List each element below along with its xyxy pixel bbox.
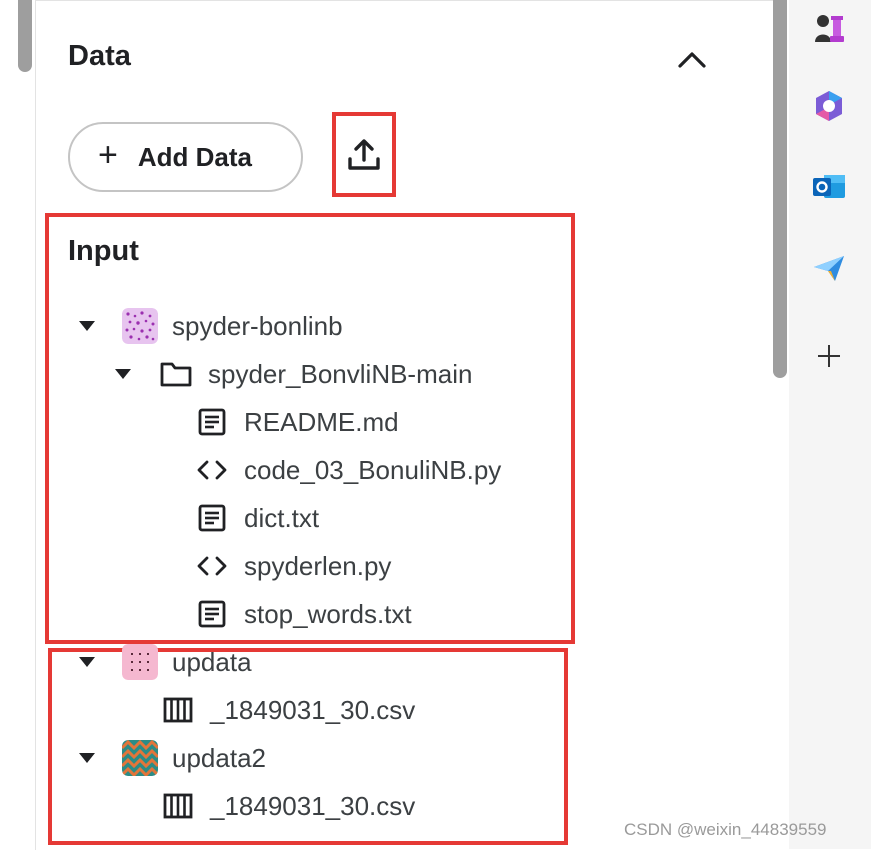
chevron-up-icon [678,52,706,68]
tree-item-dataset[interactable]: updata [76,642,252,682]
tree-item-label: spyderlen.py [244,550,392,581]
tree-item-label: _1849031_30.csv [210,790,416,821]
text-file-icon [192,498,232,538]
send-icon[interactable] [809,248,849,288]
tree-item-folder[interactable]: spyder_BonvliNB-main [112,354,472,394]
table-icon [158,690,198,730]
copilot-icon[interactable] [809,86,849,126]
tree-item-file[interactable]: _1849031_30.csv [158,786,415,826]
tree-item-dataset[interactable]: spyder-bonlinb [76,306,343,346]
text-file-icon [192,594,232,634]
upload-button[interactable] [332,112,396,197]
text-file-icon [192,402,232,442]
upload-icon [348,138,380,170]
input-section-title: Input [68,235,139,267]
tree-item-label: _1849031_30.csv [210,694,416,725]
folder-icon [156,354,196,394]
dataset-thumbnail-icon [120,738,160,778]
tree-item-label: code_03_BonuliNB.py [244,454,502,485]
dataset-thumbnail-icon [120,306,160,346]
caret-down-icon[interactable] [112,363,134,385]
tree-item-file[interactable]: README.md [192,402,399,442]
tree-item-label: README.md [244,406,399,437]
plus-icon[interactable] [809,336,849,376]
caret-down-icon[interactable] [76,315,98,337]
caret-down-icon[interactable] [76,747,98,769]
add-data-button[interactable]: + Add Data [68,122,303,192]
tree-item-dataset[interactable]: updata2 [76,738,266,778]
tree-item-label: updata2 [172,742,266,773]
tree-item-label: stop_words.txt [244,598,412,629]
tree-item-file[interactable]: spyderlen.py [192,546,391,586]
tree-item-file[interactable]: _1849031_30.csv [158,690,415,730]
dataset-thumbnail-icon [120,642,160,682]
tree-item-label: dict.txt [244,502,320,533]
tree-item-file[interactable]: code_03_BonuliNB.py [192,450,501,490]
chess-icon[interactable] [809,8,849,48]
plus-icon: + [98,136,118,174]
tree-item-label: spyder_BonvliNB-main [208,358,473,389]
table-icon [158,786,198,826]
caret-down-icon[interactable] [76,651,98,673]
code-icon [192,546,232,586]
left-scrollbar-thumb[interactable] [18,0,32,72]
tree-item-label: updata [172,646,252,677]
code-icon [192,450,232,490]
panel-scrollbar-thumb[interactable] [773,0,787,378]
watermark: CSDN @weixin_44839559 [624,820,827,839]
outlook-icon[interactable] [809,166,849,206]
tree-item-file[interactable]: dict.txt [192,498,319,538]
add-data-label: Add Data [137,141,252,172]
data-section-title: Data [68,40,131,72]
tree-item-label: spyder-bonlinb [172,310,343,341]
collapse-button[interactable] [672,44,712,76]
left-gutter [0,0,35,849]
tree-item-file[interactable]: stop_words.txt [192,594,412,634]
right-app-rail [789,0,871,849]
